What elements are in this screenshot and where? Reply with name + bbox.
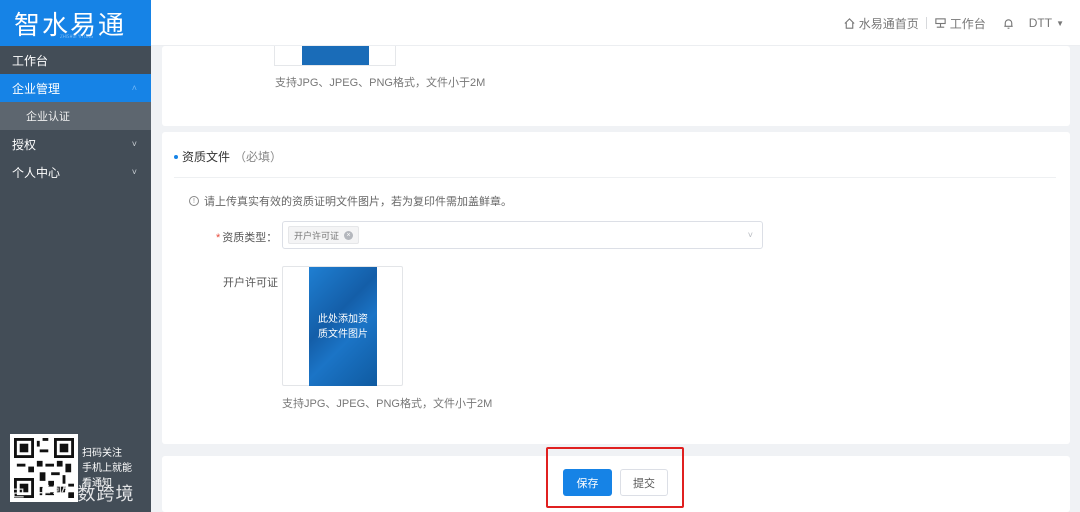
notice: ! 请上传真实有效的资质证明文件图片，若为复印件需加盖鲜章。: [189, 193, 512, 209]
divider: [925, 17, 927, 29]
user-name: DTT: [1028, 16, 1053, 30]
upload-placeholder-text: 此处添加资质文件图片: [318, 313, 368, 340]
required-star: *: [216, 232, 221, 244]
upload-hint: 支持JPG、JPEG、PNG格式，文件小于2M: [275, 77, 486, 89]
chevron-down-icon: ˅: [131, 139, 137, 149]
notice-text: 请上传真实有效的资质证明文件图片，若为复印件需加盖鲜章。: [204, 196, 512, 208]
license-upload-image: [302, 46, 369, 65]
type-label: * 资质类型：: [216, 232, 278, 244]
sidebar-item-label: 企业管理: [12, 81, 61, 96]
close-icon[interactable]: ×: [344, 230, 354, 240]
user-menu[interactable]: DTT ▼: [1029, 16, 1064, 30]
chevron-down-icon: ˅: [747, 230, 753, 240]
qualification-upload[interactable]: 此处添加资质文件图片: [282, 266, 403, 386]
sidebar-item-certification[interactable]: 企业认证: [0, 102, 151, 130]
section-title-text: 资质文件: [182, 150, 231, 164]
sidebar-item-label: 授权: [12, 137, 37, 152]
qr-promo: 扫码关注 手机上就能 看通知 ㄹ 乐歌 数跨境: [10, 434, 150, 506]
workbench-link-label: 工作台: [949, 16, 986, 31]
sidebar-item-personal[interactable]: 个人中心 ˅: [0, 158, 151, 186]
divider: [174, 177, 1056, 178]
bell-icon[interactable]: [1002, 17, 1015, 30]
watermark: ㄹ 乐歌 数跨境: [10, 484, 135, 504]
logo-subtext: ZHISHUI YITONG: [60, 34, 94, 39]
chevron-down-icon: ˅: [131, 167, 137, 177]
workbench-link[interactable]: 工作台: [934, 15, 986, 32]
license-card: 支持JPG、JPEG、PNG格式，文件小于2M: [162, 46, 1070, 126]
sidebar: 智水易通 ZHISHUI YITONG 工作台 企业管理 ˄ 企业认证 授权 ˅…: [0, 0, 151, 512]
logo[interactable]: 智水易通 ZHISHUI YITONG: [0, 0, 151, 46]
home-link[interactable]: 水易通首页: [843, 15, 919, 32]
qualification-type-select[interactable]: 开户许可证 × ˅: [282, 221, 763, 249]
caret-down-icon: ▼: [1056, 18, 1064, 28]
qualification-card: 资质文件 （必填） ! 请上传真实有效的资质证明文件图片，若为复印件需加盖鲜章。…: [162, 132, 1070, 444]
top-bar: 水易通首页 工作台 DTT ▼: [151, 0, 1080, 46]
sidebar-item-label: 企业认证: [26, 111, 70, 123]
sidebar-item-label: 个人中心: [12, 165, 61, 180]
sidebar-item-enterprise[interactable]: 企业管理 ˄: [0, 74, 151, 102]
bullet-dot: [174, 154, 178, 159]
sidebar-item-workbench[interactable]: 工作台: [0, 46, 151, 74]
highlight-box: [546, 447, 684, 508]
license-upload[interactable]: [274, 46, 396, 66]
section-title: 资质文件 （必填）: [174, 148, 282, 165]
info-icon: !: [189, 196, 199, 206]
sidebar-item-authorization[interactable]: 授权 ˅: [0, 130, 151, 158]
sidebar-item-label: 工作台: [12, 53, 49, 68]
upload-label: 开户许可证: [223, 277, 278, 289]
required-note: （必填）: [234, 150, 283, 164]
chevron-up-icon: ˄: [131, 83, 137, 93]
upload-hint: 支持JPG、JPEG、PNG格式，文件小于2M: [282, 398, 493, 410]
upload-placeholder-image: 此处添加资质文件图片: [309, 267, 377, 386]
selected-tag: 开户许可证 ×: [288, 226, 360, 244]
home-icon: [844, 17, 855, 29]
home-link-label: 水易通首页: [858, 16, 919, 31]
workbench-icon: [935, 17, 946, 28]
selected-tag-label: 开户许可证: [294, 230, 340, 241]
